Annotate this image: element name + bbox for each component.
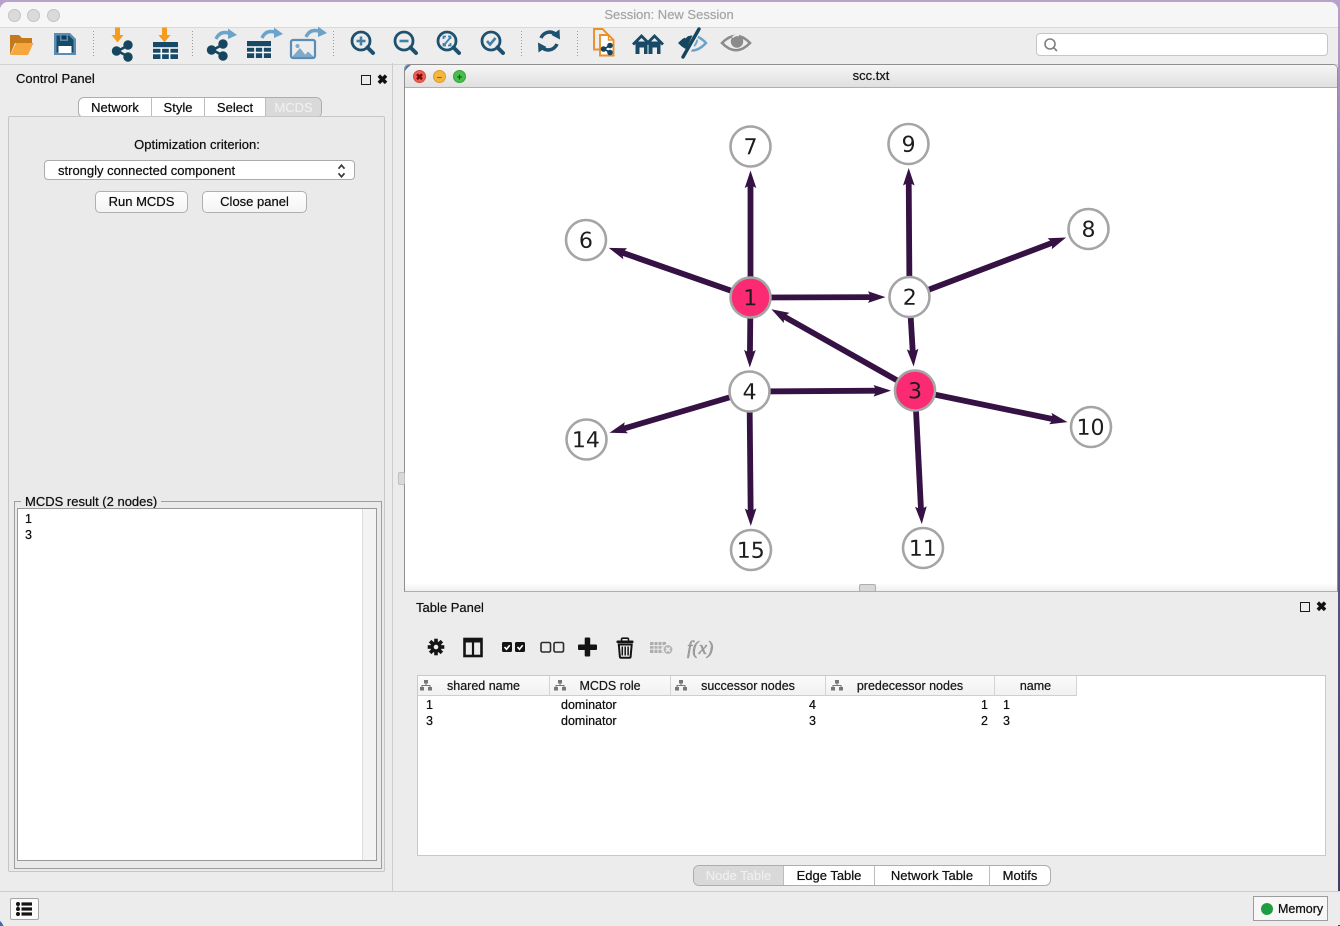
svg-text:f(x): f(x) [687, 638, 713, 659]
